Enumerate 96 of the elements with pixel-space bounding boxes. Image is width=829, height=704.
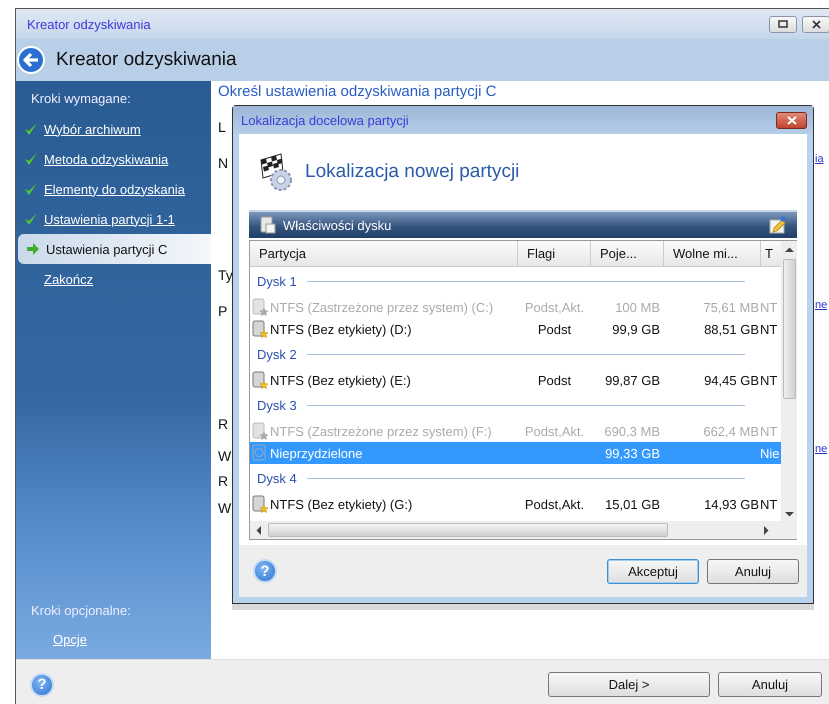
scroll-up-icon	[784, 247, 794, 253]
horizontal-scrollbar[interactable]	[250, 521, 797, 539]
link[interactable]: ia	[815, 151, 824, 167]
disk-group-label: Dysk 1	[257, 274, 297, 289]
table-cell-text: 99,33 GB	[604, 446, 661, 460]
table-cell: NTFS (Bez etykiety) (D:)	[270, 322, 412, 336]
partition-row[interactable]: NTFS (Bez etykiety) (E:) Podst 99,87 GB 94,45 GBNT	[250, 369, 781, 391]
check-icon	[24, 182, 38, 196]
table-cell-text: Podst,Akt.	[524, 496, 586, 512]
field-label: W	[218, 500, 232, 516]
field-label: Ty	[218, 267, 233, 283]
field-label: L	[218, 119, 226, 135]
table-cell-text: Podst,Akt.	[524, 424, 586, 438]
restore-icon	[778, 20, 788, 28]
disk-group-label: Dysk 4	[257, 471, 297, 486]
drive-icon	[252, 320, 268, 338]
table-cell: NTFS (Bez etykiety) (G:)	[270, 496, 412, 512]
wizard-button[interactable]: Anuluj	[718, 672, 822, 697]
drive-icon	[252, 298, 268, 316]
partition-row[interactable]: NTFS (Bez etykiety) (G:) Podst,Akt. 15,01 GB 14,93 GBNT	[250, 493, 781, 515]
field-label: N	[218, 155, 228, 171]
table-cell-text: Podst,Akt.	[524, 300, 586, 314]
disk-group-label: Dysk 2	[257, 347, 297, 362]
vertical-scrollbar[interactable]	[781, 241, 797, 521]
restore-button[interactable]	[769, 16, 797, 32]
table-cell: NTFS (Bez etykiety) (E:)	[270, 372, 411, 388]
scroll-down-icon	[784, 511, 794, 517]
dialog-button[interactable]: Akceptuj	[607, 558, 699, 584]
step-item[interactable]: Zakończ	[16, 264, 211, 294]
link[interactable]: ne	[815, 441, 828, 457]
table-cell: NTFS (Zastrzeżone przez system) (C:)	[270, 300, 494, 314]
dialog-heading: Lokalizacja nowej partycji	[305, 161, 520, 183]
close-icon	[786, 116, 796, 124]
drive-icon	[252, 495, 268, 513]
drive-icon	[252, 422, 268, 440]
close-icon	[812, 20, 820, 28]
table-cell-text: NT	[760, 496, 778, 512]
edit-icon[interactable]	[769, 216, 787, 234]
column-header[interactable]: Poje...	[591, 241, 664, 266]
table-cell-text: 100 MB	[614, 300, 661, 314]
back-button[interactable]	[16, 45, 46, 75]
dialog-button[interactable]: Anuluj	[707, 558, 799, 584]
check-icon	[24, 152, 38, 166]
section-label: Kroki opcjonalne:	[30, 603, 132, 618]
column-header[interactable]: T	[761, 241, 781, 266]
table-cell-text: 662,4 MB	[702, 424, 760, 438]
table-cell-text: Podst	[536, 372, 572, 388]
field-label: W	[218, 448, 232, 464]
table-cell-text: 88,51 GB	[703, 322, 760, 336]
table-cell-text: NT	[760, 424, 778, 438]
table-cell-text: 99,87 GB	[604, 372, 661, 388]
table-cell-text: 94,45 GB	[703, 372, 760, 388]
step-item[interactable]: Metoda odzyskiwania	[16, 144, 211, 174]
arrow-icon	[26, 242, 40, 256]
disk-group-label: Dysk 3	[257, 398, 297, 413]
table-cell-text: NT	[760, 322, 778, 336]
table-cell: Nieprzydzielone	[270, 446, 362, 460]
step-item[interactable]: Ustawienia partycji C	[18, 234, 211, 264]
panel-title: Właściwości dysku	[283, 218, 392, 232]
flag-gear-icon	[259, 152, 293, 192]
wizard-title: Kreator odzyskiwania	[56, 49, 237, 71]
scroll-right-icon	[763, 526, 769, 534]
check-icon	[24, 122, 38, 136]
field-label: P	[218, 303, 228, 319]
table-cell: NTFS (Zastrzeżone przez system) (F:)	[270, 424, 492, 438]
field-label: R	[218, 416, 228, 432]
page-heading: Określ ustawienia odzyskiwania partycji C	[218, 83, 496, 100]
drive-icon	[252, 444, 268, 462]
table-cell-text: 14,93 GB	[703, 496, 760, 512]
table-cell-text: NT	[760, 372, 778, 388]
table-cell-text: Podst	[536, 322, 572, 336]
table-cell-text: 99,9 GB	[611, 322, 661, 336]
step-item[interactable]: Ustawienia partycji 1-1	[16, 204, 211, 234]
step-item[interactable]: Wybór archiwum	[16, 114, 211, 144]
close-button[interactable]	[802, 16, 829, 32]
scroll-left-icon	[256, 526, 262, 534]
column-header[interactable]: Wolne mi...	[664, 241, 761, 266]
wizard-button[interactable]: Dalej >	[548, 672, 710, 697]
field-label: R	[218, 473, 228, 489]
link[interactable]: ne	[815, 297, 828, 313]
table-cell-text: 75,61 MB	[702, 300, 760, 314]
check-icon	[24, 212, 38, 226]
drive-icon	[252, 371, 268, 389]
table-cell-text: 15,01 GB	[604, 496, 661, 512]
column-header[interactable]: Flagi	[518, 241, 591, 266]
partition-row[interactable]: NTFS (Bez etykiety) (D:) Podst 99,9 GB 88,51 GBNT	[250, 318, 781, 340]
table-cell-text: 690,3 MB	[603, 424, 661, 438]
table-cell-text: NT	[760, 300, 778, 314]
window-title: Kreator odzyskiwania	[27, 16, 151, 32]
table-cell: Nie	[760, 446, 781, 460]
column-header[interactable]: Partycja	[250, 241, 518, 266]
disk-icon	[259, 216, 277, 234]
close-button[interactable]	[776, 112, 807, 128]
section-label: Kroki wymagane:	[30, 91, 132, 106]
dialog-title: Lokalizacja docelowa partycji	[241, 112, 409, 128]
step-item[interactable]: Elementy do odzyskania	[16, 174, 211, 204]
